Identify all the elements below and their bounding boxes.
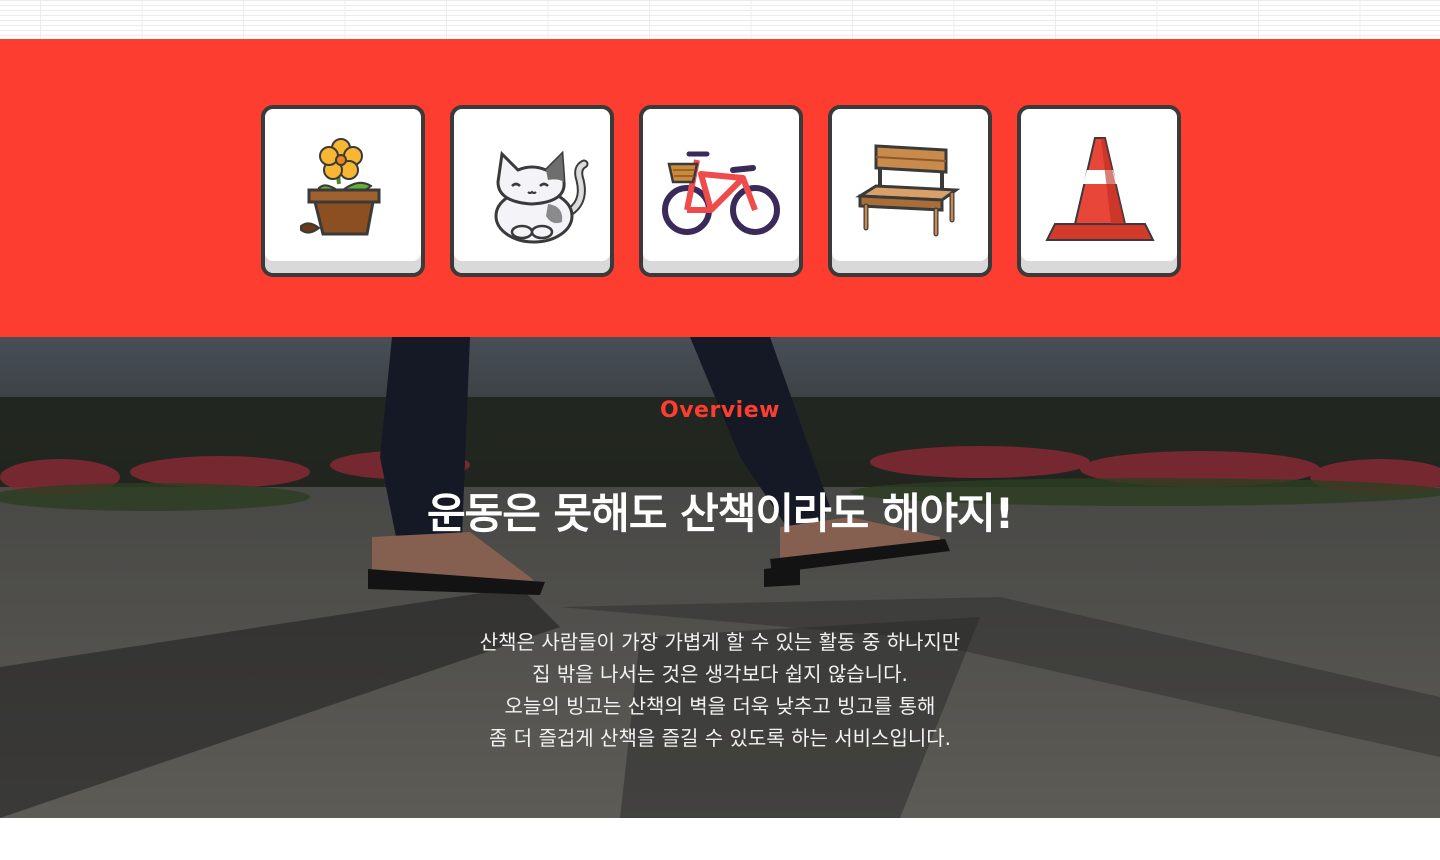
traffic-cone-icon <box>1045 137 1155 241</box>
bench-icon <box>855 144 961 237</box>
overview-description: 산책은 사람들이 가장 가볍게 할 수 있는 활동 중 하나지만 집 밖을 나서… <box>320 626 1120 754</box>
flower-pot-icon <box>300 138 381 236</box>
overview-headline: 운동은 못해도 산책이라도 해야지! <box>427 489 1014 538</box>
icon-band <box>0 39 1440 337</box>
top-grid-strip <box>0 0 1440 39</box>
tile-flower-pot <box>261 105 425 277</box>
tile-cat <box>450 105 614 277</box>
overview-label: Overview <box>660 398 780 423</box>
tile-traffic-cone <box>1017 105 1181 277</box>
tile-bench <box>828 105 992 277</box>
bicycle-icon <box>662 151 780 235</box>
icon-tile-row <box>261 105 1181 277</box>
tile-bicycle <box>639 105 803 277</box>
description-line: 오늘의 빙고는 산책의 벽을 더욱 낮추고 빙고를 통해 <box>504 694 936 718</box>
cat-icon <box>494 150 589 244</box>
description-line: 좀 더 즐겁게 산책을 즐길 수 있도록 하는 서비스입니다. <box>488 726 952 750</box>
description-line: 집 밖을 나서는 것은 생각보다 쉽지 않습니다. <box>532 662 908 686</box>
description-line: 산책은 사람들이 가장 가볍게 할 수 있는 활동 중 하나지만 <box>479 630 961 654</box>
